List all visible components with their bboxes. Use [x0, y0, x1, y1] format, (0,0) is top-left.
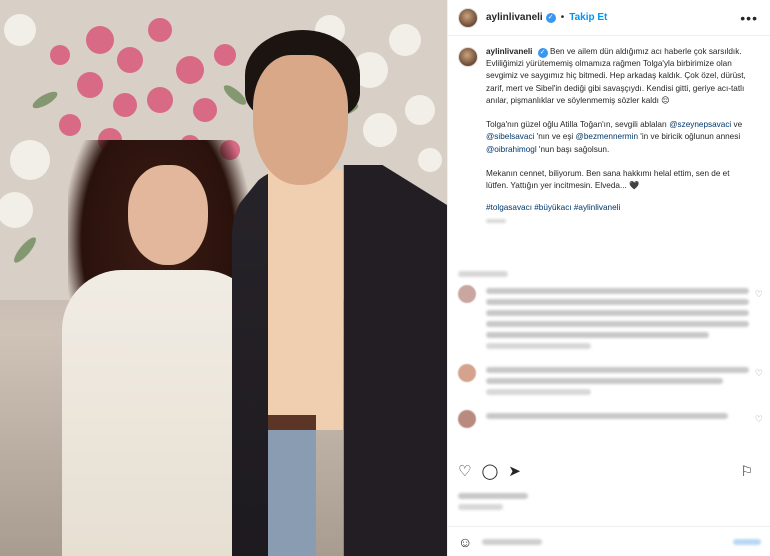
- comment-list: ♡ ♡ ♡: [458, 268, 763, 438]
- mention-link[interactable]: @oibrahimogl: [486, 145, 537, 154]
- comment-like-icon[interactable]: ♡: [755, 289, 763, 354]
- caption-paragraph-2a: Tolga'nın güzel oğlu Atilla Toğan'ın, se…: [486, 120, 670, 130]
- mention-link[interactable]: @sibelsavaci: [486, 132, 534, 141]
- woman-face: [128, 165, 208, 265]
- comment-like-icon[interactable]: ♡: [755, 414, 763, 428]
- like-icon[interactable]: ♡: [458, 462, 471, 480]
- mention-link[interactable]: @bezmennermin: [576, 132, 638, 141]
- add-comment-bar: ☺: [448, 526, 770, 556]
- caption-text: aylinlivaneli ✓ Ben ve ailem dün aldığım…: [486, 46, 754, 225]
- post-photo[interactable]: [0, 0, 447, 556]
- caption-avatar[interactable]: [458, 47, 478, 67]
- caption-username[interactable]: aylinlivaneli: [486, 47, 532, 56]
- mention-link[interactable]: @szeynepsavaci: [669, 120, 731, 129]
- more-options-icon[interactable]: •••: [740, 10, 758, 26]
- post-caption: aylinlivaneli ✓ Ben ve ailem dün aldığım…: [448, 36, 770, 225]
- comment-item: ♡: [458, 285, 763, 354]
- emoji-icon[interactable]: ☺: [458, 534, 472, 550]
- post-side-panel: aylinlivaneli ✓ • Takip Et ••• aylinliva…: [447, 0, 770, 556]
- avatar[interactable]: [458, 7, 478, 28]
- comment-text-blurred: [486, 285, 749, 354]
- man-face: [253, 55, 348, 185]
- share-icon[interactable]: ➤: [508, 462, 521, 480]
- comment-item: ♡: [458, 410, 763, 428]
- comment-icon[interactable]: ◯: [481, 462, 498, 480]
- username[interactable]: aylinlivaneli: [486, 12, 543, 23]
- caption-paragraph-2d: 'in ve biricik oğlunun annesi: [638, 132, 741, 142]
- comments-heading-blurred: [458, 271, 508, 277]
- caption-verified-icon: ✓: [537, 48, 548, 58]
- post-actions: ♡ ◯ ➤ ⚐: [458, 462, 763, 481]
- comment-like-icon[interactable]: ♡: [755, 368, 763, 400]
- separator-dot: •: [560, 12, 565, 23]
- comment-input[interactable]: [482, 538, 543, 545]
- follow-button[interactable]: Takip Et: [569, 12, 607, 23]
- comment-avatar[interactable]: [458, 410, 476, 428]
- man-jeans: [268, 430, 316, 556]
- save-icon[interactable]: ⚐: [740, 463, 753, 480]
- caption-paragraph-2b: ve: [731, 120, 743, 130]
- comment-avatar[interactable]: [458, 364, 476, 382]
- caption-time-blurred: [486, 218, 754, 223]
- caption-paragraph-3: Mekanın cennet, biliyorum. Ben sana hakk…: [486, 169, 730, 191]
- comment-item: ♡: [458, 364, 763, 400]
- caption-paragraph-2e: 'nun başı sağolsun.: [536, 144, 610, 154]
- post-comment-button[interactable]: [733, 538, 761, 545]
- comment-text-blurred: [486, 410, 749, 428]
- verified-badge-icon: ✓: [545, 12, 556, 23]
- hashtags[interactable]: #tolgasavacı #büyükacı #aylinlivaneli: [486, 202, 754, 214]
- likes-blurred: [458, 490, 578, 515]
- caption-paragraph-2c: 'nın ve eşi: [534, 132, 576, 142]
- comment-avatar[interactable]: [458, 285, 476, 303]
- comment-text-blurred: [486, 364, 749, 400]
- post-header: aylinlivaneli ✓ • Takip Et •••: [448, 0, 770, 36]
- man-shirt: [268, 170, 343, 430]
- instagram-post: aylinlivaneli ✓ • Takip Et ••• aylinliva…: [0, 0, 770, 556]
